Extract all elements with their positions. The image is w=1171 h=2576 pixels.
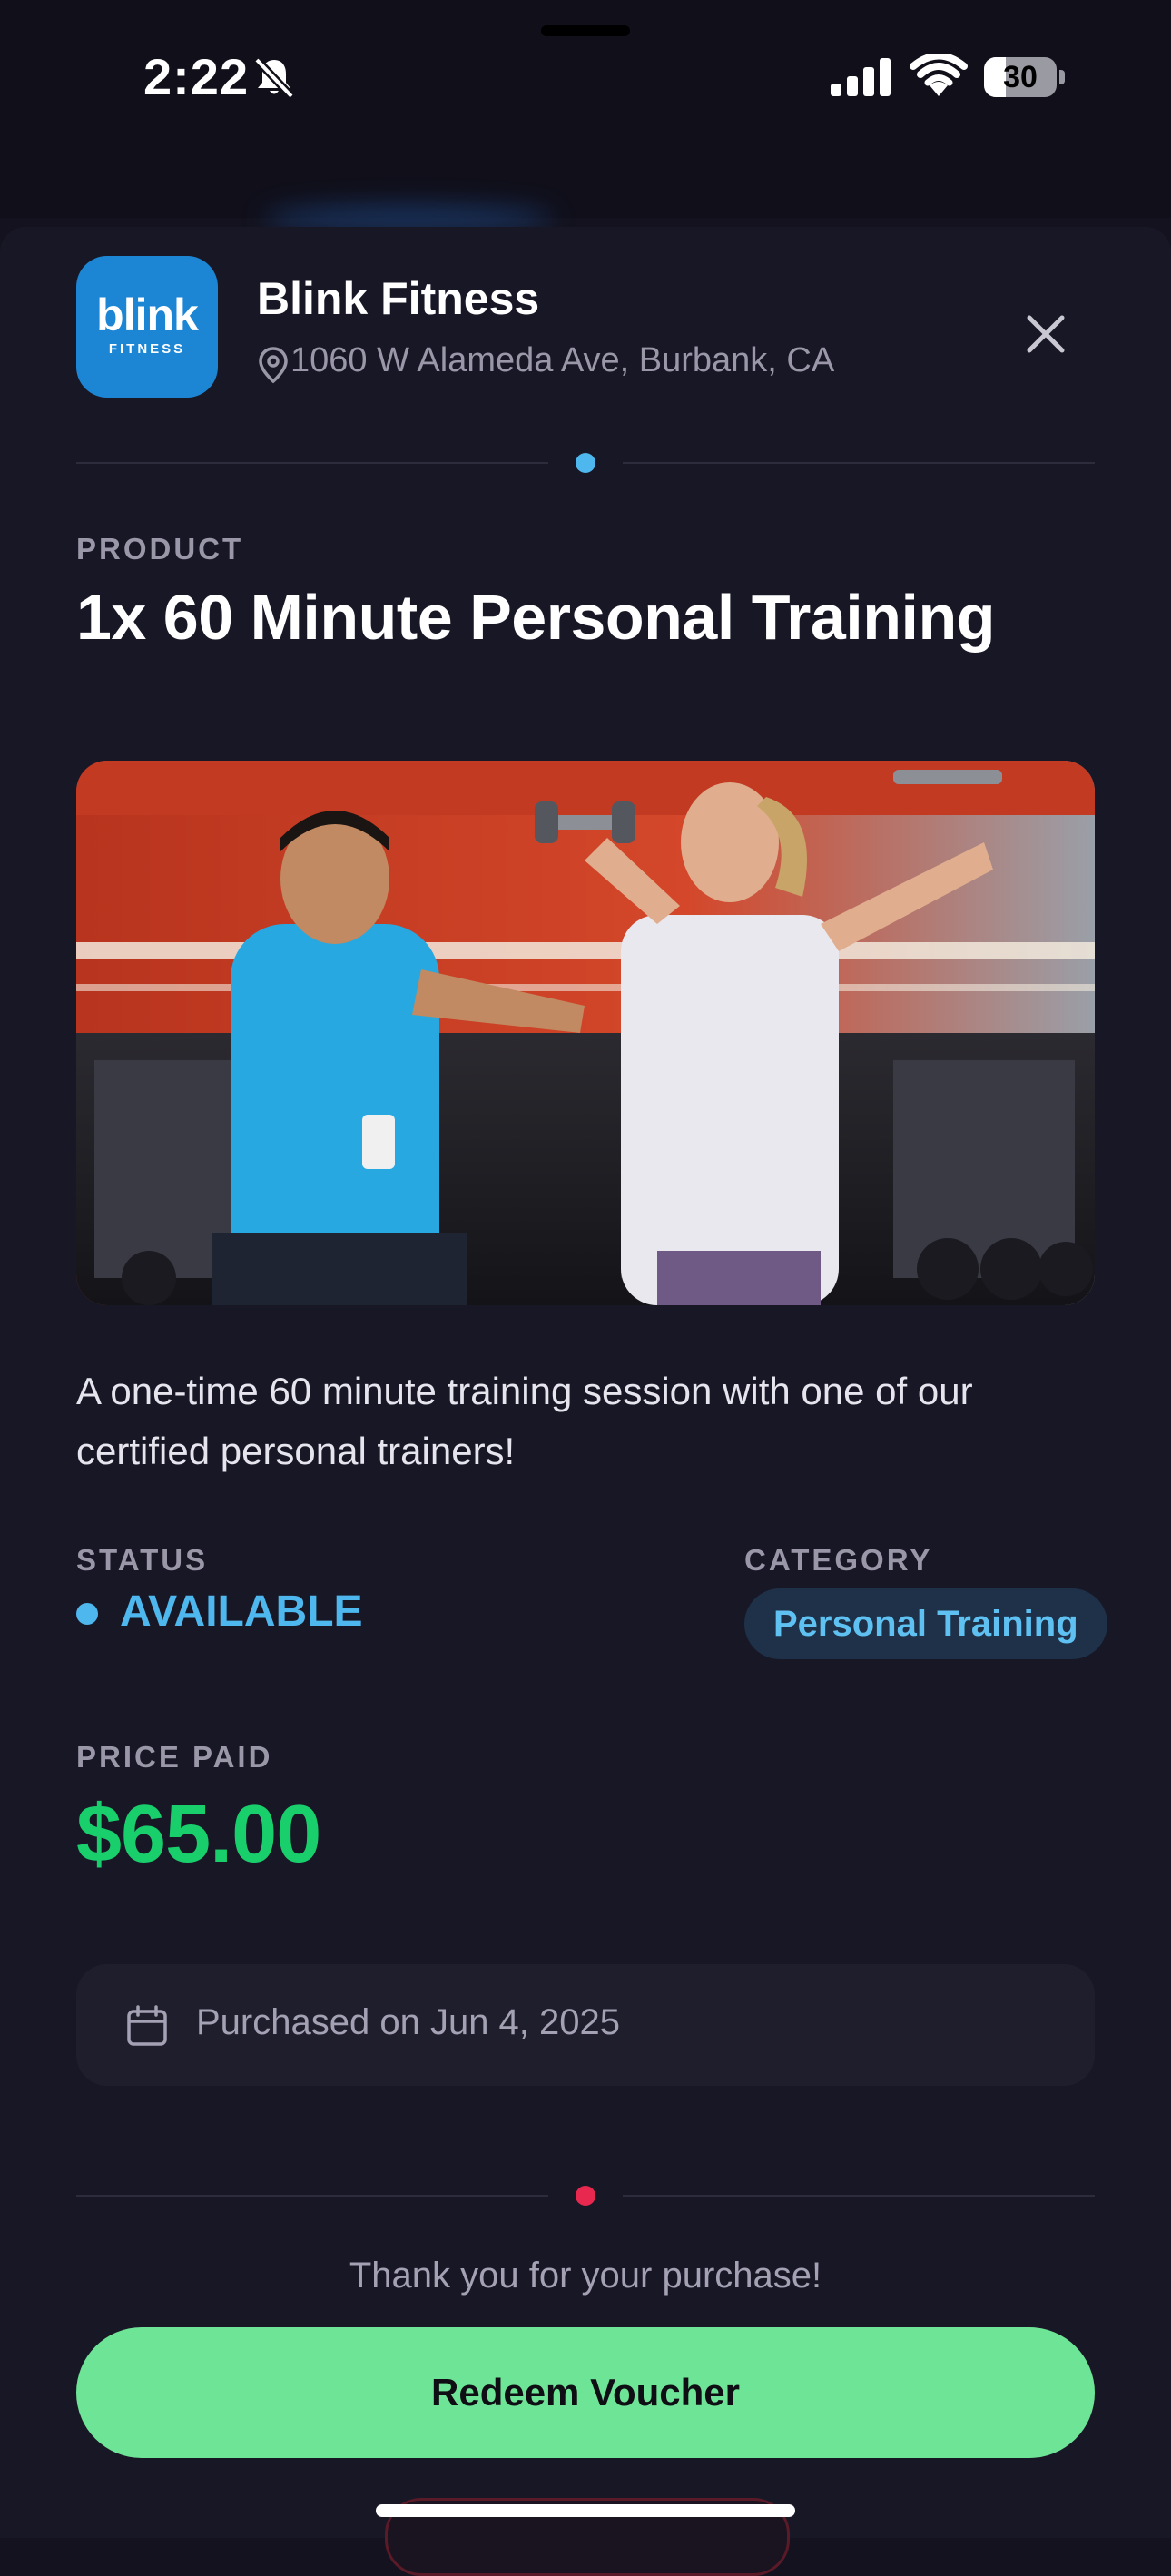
calendar-icon: [125, 2005, 169, 2047]
product-image: [76, 761, 1095, 1305]
price-label: PRICE PAID: [76, 1740, 273, 1774]
close-button[interactable]: [1008, 296, 1084, 372]
home-indicator[interactable]: [376, 2504, 795, 2517]
product-title: 1x 60 Minute Personal Training: [76, 582, 995, 653]
divider-left: [76, 462, 548, 464]
product-description: A one-time 60 minute training session wi…: [76, 1370, 973, 1472]
purchase-date-text: Purchased on Jun 4, 2025: [196, 2002, 621, 2042]
product-label: PRODUCT: [76, 532, 244, 565]
bottom-divider-left: [76, 2195, 548, 2197]
category-label: CATEGORY: [744, 1543, 933, 1577]
wifi-icon: [910, 52, 968, 98]
cellular-signal-icon: [829, 56, 892, 98]
thank-you-message: Thank you for your purchase!: [349, 2256, 822, 2296]
status-value: AVAILABLE: [120, 1588, 363, 1636]
bottom-divider-right: [623, 2195, 1095, 2197]
merchant-logo: blink FITNESS: [76, 256, 218, 398]
battery-level: 30: [1003, 60, 1038, 94]
bell-slash-icon: [251, 54, 298, 102]
status-label: STATUS: [76, 1543, 209, 1577]
logo-subtext: FITNESS: [108, 341, 186, 357]
status-time: 2:22: [143, 48, 250, 105]
category-value: Personal Training: [773, 1603, 1078, 1644]
redeem-voucher-label: Redeem Voucher: [431, 2371, 740, 2414]
status-indicator-dot: [76, 1603, 98, 1625]
dynamic-island: [541, 25, 630, 36]
logo-wordmark: blink: [96, 290, 199, 340]
close-icon: [1027, 315, 1065, 353]
merchant-name: Blink Fitness: [257, 273, 540, 324]
bottom-divider-dot: [576, 2186, 595, 2206]
category-badge: Personal Training: [744, 1588, 1107, 1659]
price-value: $65.00: [76, 1789, 321, 1880]
battery-icon: 30: [984, 57, 1068, 97]
divider-dot: [576, 453, 595, 473]
merchant-address: 1060 W Alameda Ave, Burbank, CA: [290, 341, 835, 379]
location-pin-icon: [257, 346, 290, 384]
divider-right: [623, 462, 1095, 464]
redeem-voucher-button[interactable]: Redeem Voucher: [76, 2327, 1095, 2458]
